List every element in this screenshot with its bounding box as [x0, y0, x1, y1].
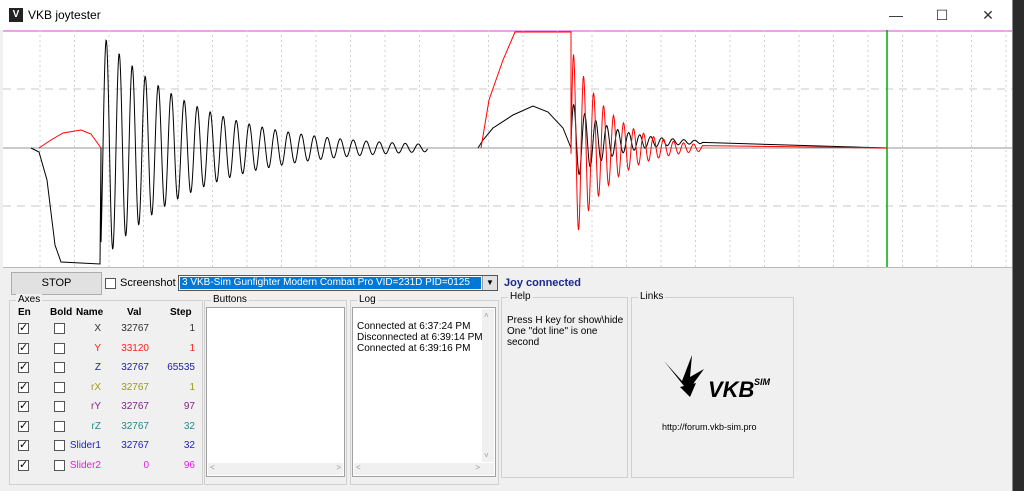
axis-step: 96	[183, 459, 195, 471]
close-icon[interactable]: ✕	[965, 0, 1011, 30]
axis-row: X 32767 1	[11, 321, 201, 337]
axis-bold-checkbox[interactable]	[54, 323, 65, 334]
axis-enable-checkbox[interactable]	[18, 399, 29, 412]
axis-bold-checkbox[interactable]	[54, 440, 65, 451]
axis-row: Y 33120 1	[11, 341, 201, 357]
axis-name: rX	[91, 381, 101, 393]
axis-enable-checkbox[interactable]	[18, 438, 29, 451]
axis-bold-checkbox[interactable]	[54, 381, 65, 393]
axis-enable-checkbox[interactable]	[18, 360, 29, 373]
buttons-listbox[interactable]: < >	[206, 307, 345, 477]
buttons-group-label: Buttons	[211, 294, 249, 305]
plot-trace-y-early	[38, 129, 102, 149]
help-group: Help Press H key for show\hide One "dot l…	[501, 291, 628, 478]
axis-row: rX 32767 1	[11, 380, 201, 396]
minimize-icon[interactable]: —	[873, 0, 919, 30]
axis-enable-checkbox[interactable]	[18, 380, 29, 393]
axis-name: X	[94, 323, 101, 334]
axis-name: rZ	[91, 420, 101, 432]
axis-bold-checkbox[interactable]	[54, 401, 65, 412]
vkb-app-icon: V	[9, 8, 23, 22]
screenshot-label: Screenshot	[120, 277, 176, 289]
app-window: V VKB joytester — ☐ ✕ STOP Screenshot 3 …	[0, 0, 1013, 491]
buttons-hscrollbar[interactable]: < >	[208, 463, 343, 475]
axis-name: Slider2	[69, 459, 101, 471]
axis-value: 0	[143, 459, 149, 471]
axis-value: 32767	[121, 381, 149, 393]
vkb-sim-logo[interactable]: VKB SIM	[660, 347, 776, 407]
axis-enable-checkbox[interactable]	[18, 419, 29, 432]
log-listbox[interactable]: Connected at 6:37:24 PM Disconnected at 6…	[352, 307, 496, 477]
title-bar: V VKB joytester — ☐ ✕	[0, 0, 1012, 30]
help-line: Press H key for show\hide	[507, 315, 624, 326]
axes-header-en: En	[18, 307, 31, 318]
axes-header-bold: Bold	[50, 307, 73, 318]
axis-step: 65535	[167, 362, 195, 373]
screenshot-toggle[interactable]: Screenshot	[105, 277, 176, 289]
axes-header-val: Val	[127, 307, 142, 318]
axes-group-label: Axes	[16, 294, 43, 305]
axis-row: rZ 32767 32	[11, 419, 201, 435]
axis-name: rY	[91, 401, 101, 412]
axis-value: 32767	[121, 420, 149, 432]
stop-button[interactable]: STOP	[11, 272, 102, 295]
axes-header-step: Step	[170, 307, 192, 318]
axis-step: 32	[183, 440, 195, 451]
axis-row: Slider2 0 96	[11, 458, 201, 474]
log-vscrollbar[interactable]: ˄ ˅	[482, 309, 494, 462]
chevron-down-icon[interactable]: ▼	[482, 276, 497, 290]
log-line: Disconnected at 6:39:14 PM	[357, 332, 483, 343]
log-lines: Connected at 6:37:24 PM Disconnected at 6…	[357, 321, 483, 354]
axis-bold-checkbox[interactable]	[54, 459, 65, 471]
axis-enable-checkbox[interactable]	[18, 321, 29, 334]
logo-text: VKB	[708, 377, 755, 402]
axis-row: rY 32767 97	[11, 399, 201, 415]
axis-name: Z	[94, 362, 101, 373]
plot-canvas	[3, 30, 1012, 267]
axis-step: 32	[183, 420, 195, 432]
plot-trace-x-2	[477, 103, 888, 176]
axes-header-name: Name	[76, 307, 104, 318]
log-line: Connected at 6:39:16 PM	[357, 343, 471, 354]
axis-name: Slider1	[69, 440, 101, 451]
plot-trace-y-2	[480, 31, 888, 231]
help-lines: Press H key for show\hide One "dot line" …	[507, 315, 627, 348]
axis-bold-checkbox[interactable]	[54, 420, 65, 432]
axis-value: 32767	[121, 401, 149, 412]
maximize-icon[interactable]: ☐	[919, 0, 965, 30]
axis-value: 32767	[121, 440, 149, 451]
axis-step: 1	[189, 342, 195, 354]
links-group-label: Links	[638, 291, 666, 302]
signal-plot	[3, 30, 1012, 268]
axis-value: 32767	[121, 323, 149, 334]
device-selected-value: 3 VKB-Sim Gunfighter Modern Combat Pro V…	[180, 277, 481, 289]
axis-step: 1	[189, 381, 195, 393]
window-title: VKB joytester	[28, 8, 101, 22]
axis-value: 32767	[121, 362, 149, 373]
device-select[interactable]: 3 VKB-Sim Gunfighter Modern Combat Pro V…	[178, 275, 498, 291]
axis-step: 1	[189, 323, 195, 334]
axis-enable-checkbox[interactable]	[18, 458, 29, 471]
connection-status: Joy connected	[504, 277, 582, 289]
log-hscrollbar[interactable]: < >	[354, 463, 494, 475]
plot-trace-x	[30, 39, 428, 265]
log-line: Connected at 6:37:24 PM	[357, 321, 471, 332]
axis-bold-checkbox[interactable]	[54, 362, 65, 373]
screenshot-checkbox[interactable]	[105, 277, 116, 289]
axis-row: Z 32767 65535	[11, 360, 201, 376]
logo-sup: SIM	[754, 377, 771, 387]
axis-name: Y	[94, 342, 101, 354]
axis-value: 33120	[121, 342, 149, 354]
help-line: One "dot line" is one second	[507, 326, 598, 348]
axis-row: Slider1 32767 32	[11, 438, 201, 454]
forum-link[interactable]: http://forum.vkb-sim.pro	[662, 422, 757, 432]
help-group-label: Help	[508, 291, 533, 302]
axis-enable-checkbox[interactable]	[18, 341, 29, 354]
axis-step: 97	[183, 401, 195, 412]
axis-bold-checkbox[interactable]	[54, 342, 65, 354]
log-group-label: Log	[357, 294, 378, 305]
